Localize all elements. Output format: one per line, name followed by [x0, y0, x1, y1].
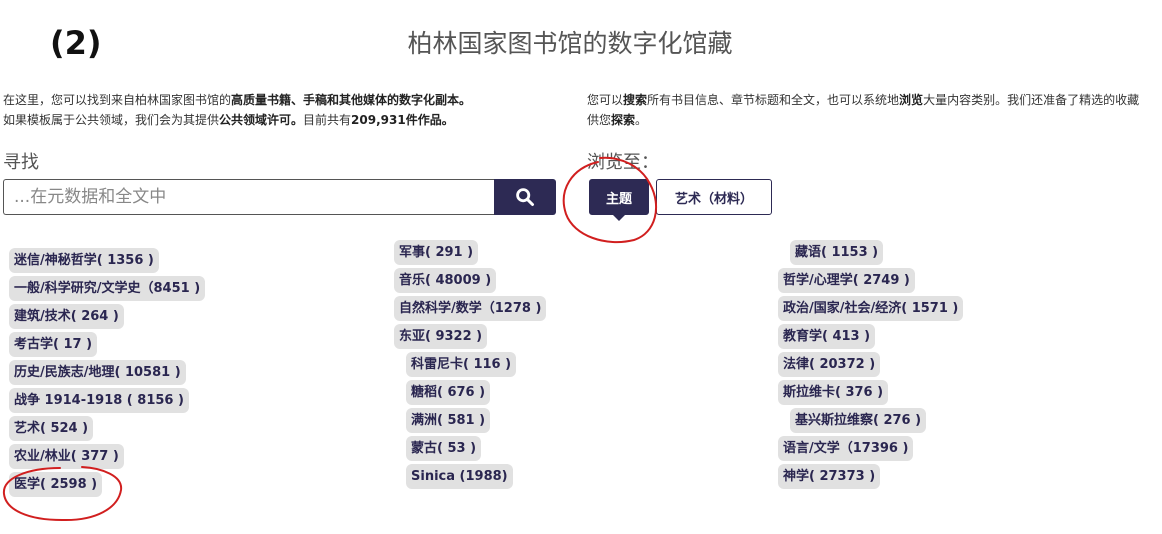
category-military[interactable]: 军事( 291 ): [394, 240, 479, 265]
public-domain-link[interactable]: 公共领域许可。: [219, 113, 303, 127]
art-material-toggle-button[interactable]: 艺术（材料）: [656, 179, 772, 215]
subject-toggle-button[interactable]: 主题: [589, 179, 649, 221]
category-superstition[interactable]: 迷信/神秘哲学( 1356 ): [9, 248, 159, 273]
intro-left-text: 目前共有: [303, 113, 352, 127]
search-bar: [3, 179, 556, 215]
category-korean[interactable]: 科雷尼卡( 116 ): [406, 352, 517, 377]
category-theology[interactable]: 神学( 27373 ): [778, 464, 881, 489]
work-count: 209,931件作品。: [351, 113, 454, 127]
category-medicine[interactable]: 医学( 2598 ): [9, 472, 103, 497]
browse-link[interactable]: 浏览: [899, 93, 923, 107]
category-east-asia[interactable]: 东亚( 9322 ): [394, 324, 488, 349]
browse-label: 浏览至：: [587, 152, 659, 173]
category-education[interactable]: 教育学( 413 ): [778, 324, 876, 349]
category-war-1914-1918[interactable]: 战争 1914-1918 ( 8156 ): [9, 388, 189, 413]
category-slavica[interactable]: 斯拉维卡( 376 ): [778, 380, 889, 405]
search-link[interactable]: 搜索: [623, 93, 647, 107]
category-art[interactable]: 艺术( 524 ): [9, 416, 94, 441]
category-rice[interactable]: 糖稻( 676 ): [406, 380, 491, 405]
category-tibetan[interactable]: 藏语( 1153 ): [790, 240, 884, 265]
page-title: 柏林国家图书馆的数字化馆藏: [407, 29, 733, 58]
category-general-science[interactable]: 一般/科学研究/文学史（8451 ): [9, 276, 206, 301]
category-politics[interactable]: 政治/国家/社会/经济( 1571 ): [778, 296, 964, 321]
intro-right-text: 您可以: [587, 93, 624, 107]
category-law[interactable]: 法律( 20372 ): [778, 352, 881, 377]
intro-left-text: 如果模板属于公共领域，我们会为其提供: [3, 113, 220, 127]
category-music[interactable]: 音乐( 48009 ): [394, 268, 497, 293]
category-natural-science[interactable]: 自然科学/数学（1278 ): [394, 296, 547, 321]
search-label: 寻找: [3, 152, 39, 173]
intro-right-text: 所有书目信息、章节标题和全文，也可以系统地: [647, 93, 900, 107]
category-philosophy[interactable]: 哲学/心理学( 2749 ): [778, 268, 915, 293]
category-mongolia[interactable]: 蒙古( 53 ): [406, 436, 482, 461]
search-input[interactable]: [3, 179, 494, 215]
category-sinica[interactable]: Sinica (1988): [406, 464, 513, 489]
category-manchu[interactable]: 满洲( 581 ): [406, 408, 491, 433]
intro-right-text: 。: [635, 113, 648, 127]
intro-right: 您可以搜索所有书目信息、章节标题和全文，也可以系统地浏览大量内容类别。我们还准备…: [587, 90, 1147, 130]
intro-left: 在这里，您可以找到来自柏林国家图书馆的高质量书籍、手稿和其他媒体的数字化副本。 …: [3, 90, 563, 130]
annotation-overlay: [2, 156, 658, 522]
category-history[interactable]: 历史/民族志/地理( 10581 ): [9, 360, 186, 385]
intro-left-text: 在这里，您可以找到来自柏林国家图书馆的: [3, 93, 232, 107]
intro-left-bold: 高质量书籍、手稿和其他媒体的数字化副本。: [231, 93, 472, 107]
category-kirchenslavica[interactable]: 基兴斯拉维察( 276 ): [790, 408, 927, 433]
category-archaeology[interactable]: 考古学( 17 ): [9, 332, 98, 357]
search-button[interactable]: [494, 179, 556, 215]
category-language-literature[interactable]: 语言/文学（17396 ): [778, 436, 914, 461]
explore-link[interactable]: 探索: [611, 113, 635, 127]
category-architecture[interactable]: 建筑/技术( 264 ): [9, 304, 124, 329]
search-icon: [516, 188, 534, 206]
category-agriculture[interactable]: 农业/林业( 377 ): [9, 444, 124, 469]
